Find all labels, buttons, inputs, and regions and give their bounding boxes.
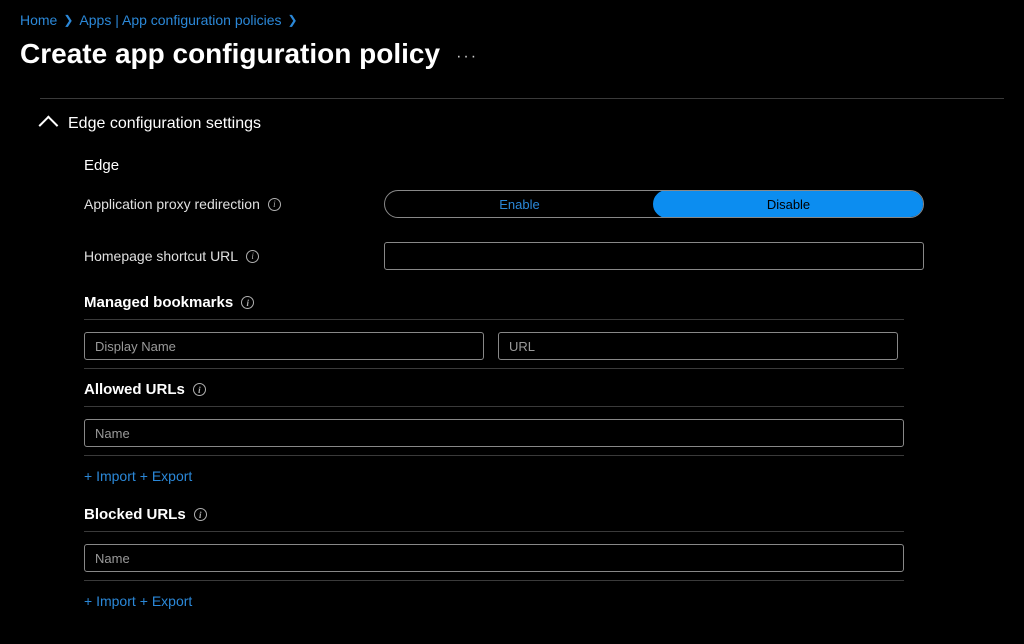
bookmark-display-name-input[interactable] (84, 332, 484, 360)
allowed-url-name-input[interactable] (84, 419, 904, 447)
allowed-urls-title: Allowed URLs i (84, 381, 1004, 398)
chevron-up-icon (39, 116, 59, 136)
blocked-urls-title-text: Blocked URLs (84, 506, 186, 523)
divider (84, 368, 904, 369)
proxy-label: Application proxy redirection i (84, 196, 384, 212)
breadcrumb: Home ❯ Apps | App configuration policies… (20, 12, 1004, 28)
setting-homepage-url: Homepage shortcut URL i (84, 242, 1004, 270)
proxy-disable-option[interactable]: Disable (653, 190, 924, 218)
breadcrumb-home[interactable]: Home (20, 12, 57, 28)
divider (84, 406, 904, 407)
page-title: Create app configuration policy (20, 38, 440, 70)
managed-bookmarks-section: Managed bookmarks i (84, 294, 1004, 369)
divider (84, 319, 904, 320)
info-icon[interactable]: i (193, 383, 206, 396)
allowed-urls-title-text: Allowed URLs (84, 381, 185, 398)
homepage-label: Homepage shortcut URL i (84, 248, 384, 264)
blocked-urls-section: Blocked URLs i + Import + Export (84, 506, 1004, 609)
bookmark-url-input[interactable] (498, 332, 898, 360)
homepage-label-text: Homepage shortcut URL (84, 248, 238, 264)
info-icon[interactable]: i (268, 198, 281, 211)
chevron-right-icon: ❯ (63, 13, 73, 27)
info-icon[interactable]: i (241, 296, 254, 309)
managed-bookmarks-title: Managed bookmarks i (84, 294, 1004, 311)
managed-bookmarks-title-text: Managed bookmarks (84, 294, 233, 311)
breadcrumb-apps[interactable]: Apps | App configuration policies (79, 12, 281, 28)
section-toggle-edge[interactable]: Edge configuration settings (40, 115, 1004, 133)
info-icon[interactable]: i (194, 508, 207, 521)
setting-proxy-redirection: Application proxy redirection i Enable D… (84, 190, 1004, 218)
proxy-enable-option[interactable]: Enable (385, 191, 654, 217)
section-title: Edge configuration settings (68, 115, 261, 133)
chevron-right-icon: ❯ (288, 13, 298, 27)
divider (84, 580, 904, 581)
proxy-toggle: Enable Disable (384, 190, 924, 218)
homepage-url-input[interactable] (384, 242, 924, 270)
proxy-label-text: Application proxy redirection (84, 196, 260, 212)
divider (84, 455, 904, 456)
divider (84, 531, 904, 532)
blocked-urls-export-link[interactable]: + Export (140, 593, 193, 609)
blocked-urls-import-link[interactable]: + Import (84, 593, 136, 609)
info-icon[interactable]: i (246, 250, 259, 263)
blocked-url-name-input[interactable] (84, 544, 904, 572)
blocked-urls-title: Blocked URLs i (84, 506, 1004, 523)
allowed-urls-import-link[interactable]: + Import (84, 468, 136, 484)
more-menu-icon[interactable]: ··· (456, 42, 478, 66)
page-header: Create app configuration policy ··· (20, 38, 1004, 70)
edge-heading: Edge (84, 157, 1004, 174)
allowed-urls-export-link[interactable]: + Export (140, 468, 193, 484)
allowed-urls-section: Allowed URLs i + Import + Export (84, 381, 1004, 484)
divider (40, 98, 1004, 99)
